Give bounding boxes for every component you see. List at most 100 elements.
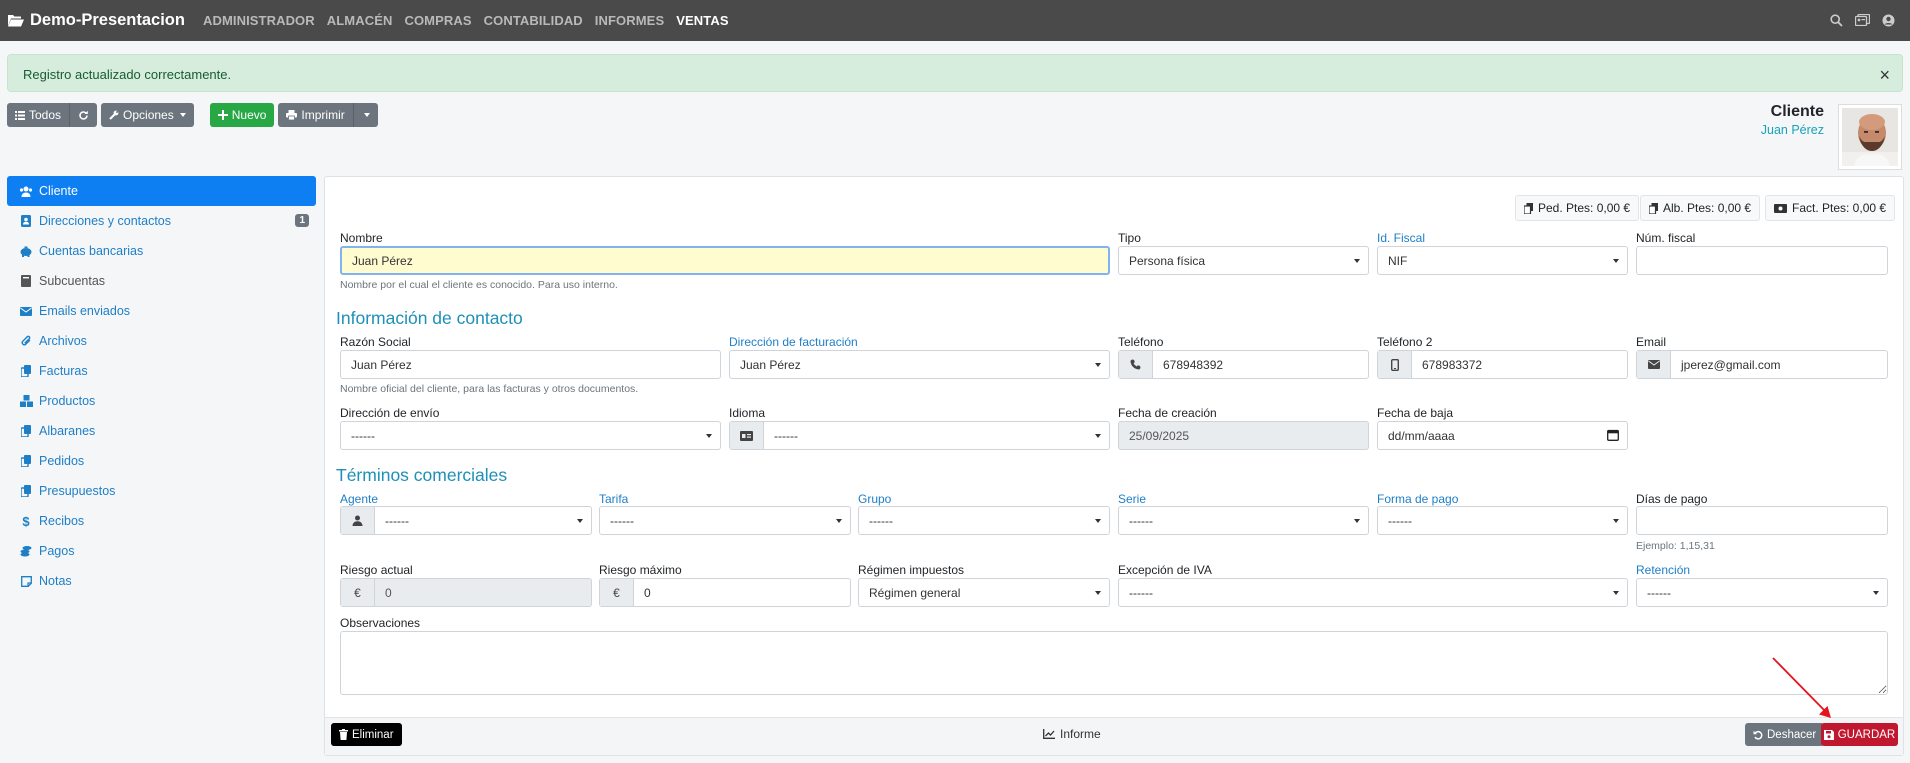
id-card-icon[interactable] [1854, 12, 1870, 28]
undo-button[interactable]: Deshacer [1745, 723, 1825, 746]
telefono-label: Teléfono [1118, 335, 1164, 349]
all-button[interactable]: Todos [7, 103, 98, 127]
forma-pago-label[interactable]: Forma de pago [1377, 492, 1458, 506]
sidebar-item-pagos[interactable]: Pagos [7, 536, 316, 566]
num-fiscal-input[interactable] [1636, 246, 1888, 275]
sidebar-item-emails[interactable]: Emails enviados [7, 296, 316, 326]
regimen-select[interactable]: Régimen general [858, 578, 1110, 607]
idioma-select[interactable]: ------ [729, 421, 1110, 450]
sidebar-item-direcciones[interactable]: Direcciones y contactos 1 [7, 206, 316, 236]
agente-select[interactable]: ------ [340, 506, 592, 535]
close-icon[interactable]: × [1879, 65, 1890, 86]
retencion-label[interactable]: Retención [1636, 563, 1690, 577]
menu-ventas[interactable]: VENTAS [676, 13, 728, 28]
id-fiscal-select[interactable]: NIF [1377, 246, 1628, 275]
contact-section-title: Información de contacto [336, 308, 523, 328]
menu-informes[interactable]: INFORMES [595, 13, 664, 28]
sidebar-item-label: Productos [39, 394, 96, 408]
riesgo-maximo-input[interactable]: € 0 [599, 578, 851, 607]
dir-facturacion-select[interactable]: Juan Pérez [729, 350, 1110, 379]
fecha-creacion-label: Fecha de creación [1118, 406, 1217, 420]
sidebar-item-notas[interactable]: Notas [7, 566, 316, 596]
pending-invoices[interactable]: Fact. Ptes: 0,00 € [1765, 195, 1896, 221]
agente-label[interactable]: Agente [340, 492, 378, 506]
observaciones-textarea[interactable] [340, 631, 1888, 695]
sidebar-item-subcuentas[interactable]: Subcuentas [7, 266, 316, 296]
grupo-label[interactable]: Grupo [858, 492, 891, 506]
tipo-label: Tipo [1118, 231, 1141, 245]
sidebar-item-pedidos[interactable]: Pedidos [7, 446, 316, 476]
excepcion-iva-select[interactable]: ------ [1118, 578, 1628, 607]
sidebar-item-presupuestos[interactable]: Presupuestos [7, 476, 316, 506]
sidebar-item-facturas[interactable]: Facturas [7, 356, 316, 386]
nombre-input[interactable]: Juan Pérez [340, 246, 1110, 275]
report-button[interactable]: Informe [1043, 727, 1101, 741]
grupo-select[interactable]: ------ [858, 506, 1110, 535]
menu-compras[interactable]: COMPRAS [404, 13, 471, 28]
retencion-select[interactable]: ------ [1636, 578, 1888, 607]
telefono2-input[interactable]: 678983372 [1377, 350, 1628, 379]
sidebar-item-cliente[interactable]: Cliente [7, 176, 316, 206]
serie-select[interactable]: ------ [1118, 506, 1369, 535]
search-icon[interactable] [1828, 12, 1844, 28]
refresh-icon[interactable] [78, 110, 89, 121]
telefono-input[interactable]: 678948392 [1118, 350, 1369, 379]
dir-envio-label: Dirección de envío [340, 406, 440, 420]
dir-envio-select[interactable]: ------ [340, 421, 721, 450]
user-circle-icon[interactable] [1880, 12, 1896, 28]
forma-pago-select[interactable]: ------ [1377, 506, 1628, 535]
chevron-down-icon[interactable] [363, 113, 370, 117]
menu-administrador[interactable]: ADMINISTRADOR [203, 13, 315, 28]
sidebar-item-albaranes[interactable]: Albaranes [7, 416, 316, 446]
sidebar-item-archivos[interactable]: Archivos [7, 326, 316, 356]
new-button[interactable]: Nuevo [209, 103, 275, 127]
toolbar: Todos Opciones Nuevo Imprimir [7, 103, 378, 127]
options-button[interactable]: Opciones [101, 103, 194, 127]
sidebar-item-recibos[interactable]: $ Recibos [7, 506, 316, 536]
new-button-label: Nuevo [231, 108, 267, 122]
pending-orders[interactable]: Ped. Ptes: 0,00 € [1515, 195, 1640, 221]
pending-delivery-label: Alb. Ptes: 0,00 € [1663, 201, 1752, 215]
save-button[interactable]: GUARDAR [1821, 723, 1898, 746]
delete-button[interactable]: Eliminar [331, 723, 402, 746]
trash-icon [339, 729, 348, 740]
print-button-label: Imprimir [301, 108, 345, 122]
copy-icon [19, 454, 33, 468]
page-subtitle[interactable]: Juan Pérez [1761, 123, 1824, 137]
terms-section-title: Términos comerciales [336, 465, 508, 485]
menu-contabilidad[interactable]: CONTABILIDAD [484, 13, 583, 28]
sidebar-item-cuentas[interactable]: Cuentas bancarias [7, 236, 316, 266]
tarifa-select[interactable]: ------ [599, 506, 851, 535]
razon-social-input[interactable]: Juan Pérez [340, 350, 721, 379]
save-button-label: GUARDAR [1837, 728, 1896, 741]
success-alert: Registro actualizado correctamente. × [7, 54, 1903, 92]
alert-message: Registro actualizado correctamente. [23, 67, 232, 82]
chevron-down-icon [1354, 259, 1360, 263]
pending-invoices-label: Fact. Ptes: 0,00 € [1792, 201, 1887, 215]
euro-icon: € [600, 579, 634, 606]
tipo-select[interactable]: Persona física [1118, 246, 1369, 275]
brand[interactable]: Demo-Presentacion [0, 11, 185, 30]
fecha-baja-input[interactable]: dd/mm/aaaa [1377, 421, 1628, 450]
wrench-icon [109, 110, 119, 120]
sidebar-item-productos[interactable]: Productos [7, 386, 316, 416]
id-fiscal-label[interactable]: Id. Fiscal [1377, 231, 1425, 245]
email-input[interactable]: jperez@gmail.com [1636, 350, 1888, 379]
sidebar-item-label: Albaranes [39, 424, 96, 438]
chevron-down-icon [1095, 519, 1101, 523]
user-tie-icon [341, 507, 375, 534]
dir-facturacion-label[interactable]: Dirección de facturación [729, 335, 858, 349]
dias-pago-input[interactable] [1636, 506, 1888, 535]
serie-label[interactable]: Serie [1118, 492, 1146, 506]
retencion-value: ------ [1647, 585, 1671, 600]
sidebar-item-label: Cliente [39, 184, 78, 198]
telefono-value: 678948392 [1163, 357, 1224, 372]
print-button[interactable]: Imprimir [278, 103, 378, 127]
cubes-icon [19, 394, 33, 408]
dias-pago-help: Ejemplo: 1,15,31 [1636, 540, 1715, 552]
email-label: Email [1636, 335, 1667, 349]
tarifa-label[interactable]: Tarifa [599, 492, 628, 506]
pending-delivery-notes[interactable]: Alb. Ptes: 0,00 € [1640, 195, 1761, 221]
menu-almacen[interactable]: ALMACÉN [327, 13, 393, 28]
calendar-icon[interactable] [1607, 429, 1619, 444]
